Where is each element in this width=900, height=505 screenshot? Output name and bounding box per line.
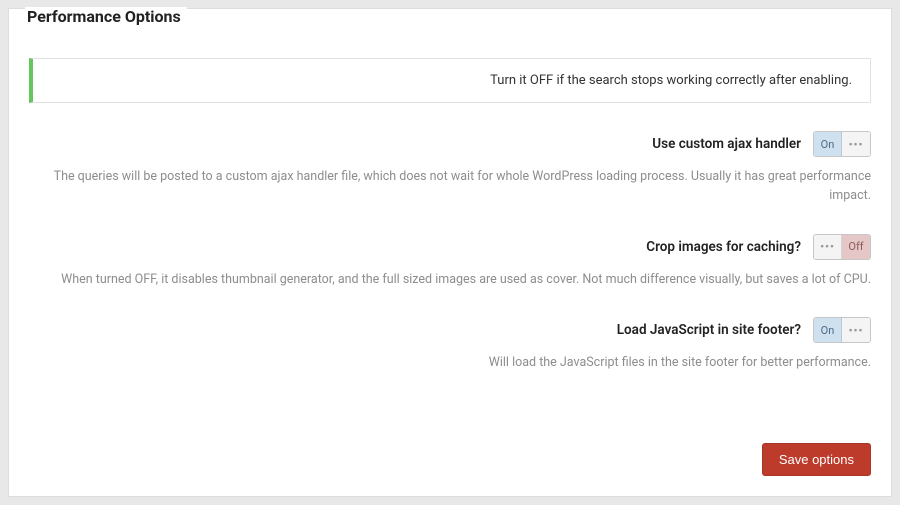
option-desc-crop: When turned OFF, it disables thumbnail g…: [29, 270, 871, 289]
option-crop-images: Crop images for caching? ••• Off When tu…: [29, 234, 871, 289]
performance-options-panel: Performance Options Turn it OFF if the s…: [8, 8, 892, 497]
save-button[interactable]: Save options: [762, 443, 871, 476]
save-row: Save options: [762, 443, 871, 476]
dots-icon: •••: [842, 132, 870, 156]
toggle-js-footer[interactable]: On •••: [813, 317, 871, 343]
toggle-off-label: Off: [842, 235, 870, 259]
option-desc-ajax: The queries will be posted to a custom a…: [29, 167, 871, 206]
toggle-ajax-handler[interactable]: On •••: [813, 131, 871, 157]
toggle-crop-images[interactable]: ••• Off: [813, 234, 871, 260]
panel-title: Performance Options: [25, 7, 187, 26]
option-desc-footer: Will load the JavaScript files in the si…: [29, 353, 871, 372]
option-js-footer: Load JavaScript in site footer? On ••• W…: [29, 317, 871, 372]
toggle-on-label: On: [814, 132, 842, 156]
toggle-on-label: On: [814, 318, 842, 342]
option-label-ajax: Use custom ajax handler: [652, 136, 801, 152]
dots-icon: •••: [814, 235, 842, 259]
option-label-footer: Load JavaScript in site footer?: [617, 322, 801, 338]
warning-notice: Turn it OFF if the search stops working …: [29, 58, 871, 103]
option-label-crop: Crop images for caching?: [646, 239, 801, 255]
option-ajax-handler: Use custom ajax handler On ••• The queri…: [29, 131, 871, 206]
dots-icon: •••: [842, 318, 870, 342]
